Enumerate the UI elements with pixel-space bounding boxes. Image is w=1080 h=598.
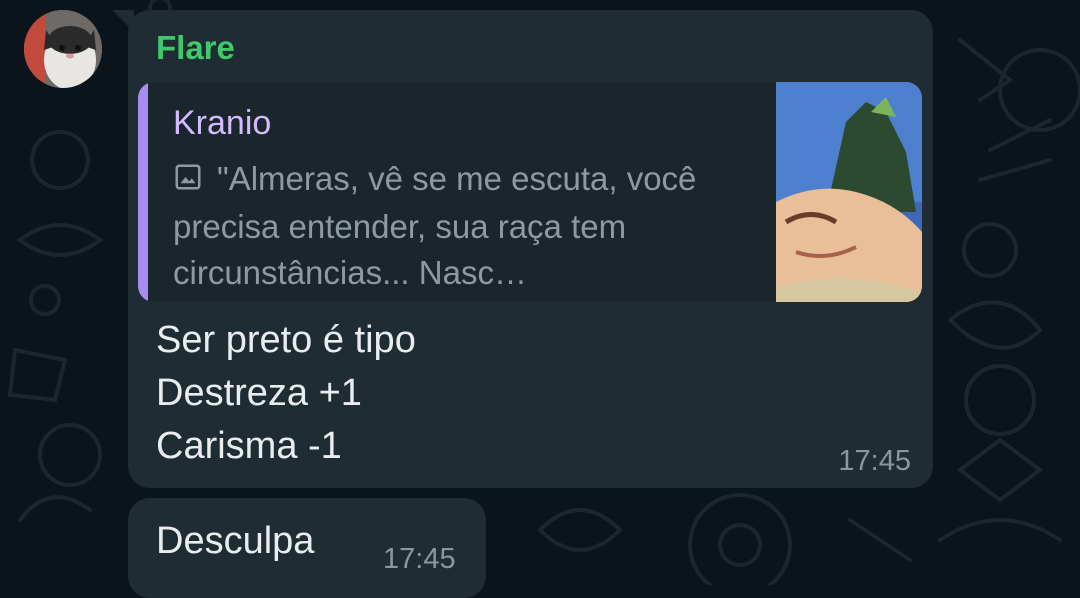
sender-name[interactable]: Flare	[156, 28, 235, 68]
avatar[interactable]	[24, 10, 102, 88]
message-bubble[interactable]: Desculpa 17:45	[128, 498, 486, 598]
reply-quote[interactable]: Kranio "Almeras, vê se me escuta, você p…	[138, 82, 922, 302]
message-line: Carisma -1	[156, 425, 342, 467]
cat-avatar-image	[24, 10, 102, 88]
image-icon	[173, 158, 203, 204]
message-bubble[interactable]: Flare Kranio "Almeras, vê se me escuta, …	[112, 10, 933, 488]
reply-thumbnail[interactable]	[776, 82, 922, 302]
message-line: Destreza +1	[156, 372, 362, 414]
reply-text-block: "Almeras, vê se me escuta, você precisa …	[173, 156, 743, 296]
message-time: 17:45	[383, 543, 456, 575]
reply-text: "Almeras, vê se me escuta, você precisa …	[173, 160, 697, 291]
message-text: Ser preto é tipo Destreza +1 Carisma -1	[156, 314, 416, 473]
message-time: 17:45	[838, 445, 911, 477]
reply-author: Kranio	[173, 104, 272, 142]
message-text: Desculpa	[156, 520, 315, 562]
reply-accent-bar	[138, 82, 148, 302]
message-line: Ser preto é tipo	[156, 319, 416, 361]
bubble-tail	[112, 10, 134, 32]
